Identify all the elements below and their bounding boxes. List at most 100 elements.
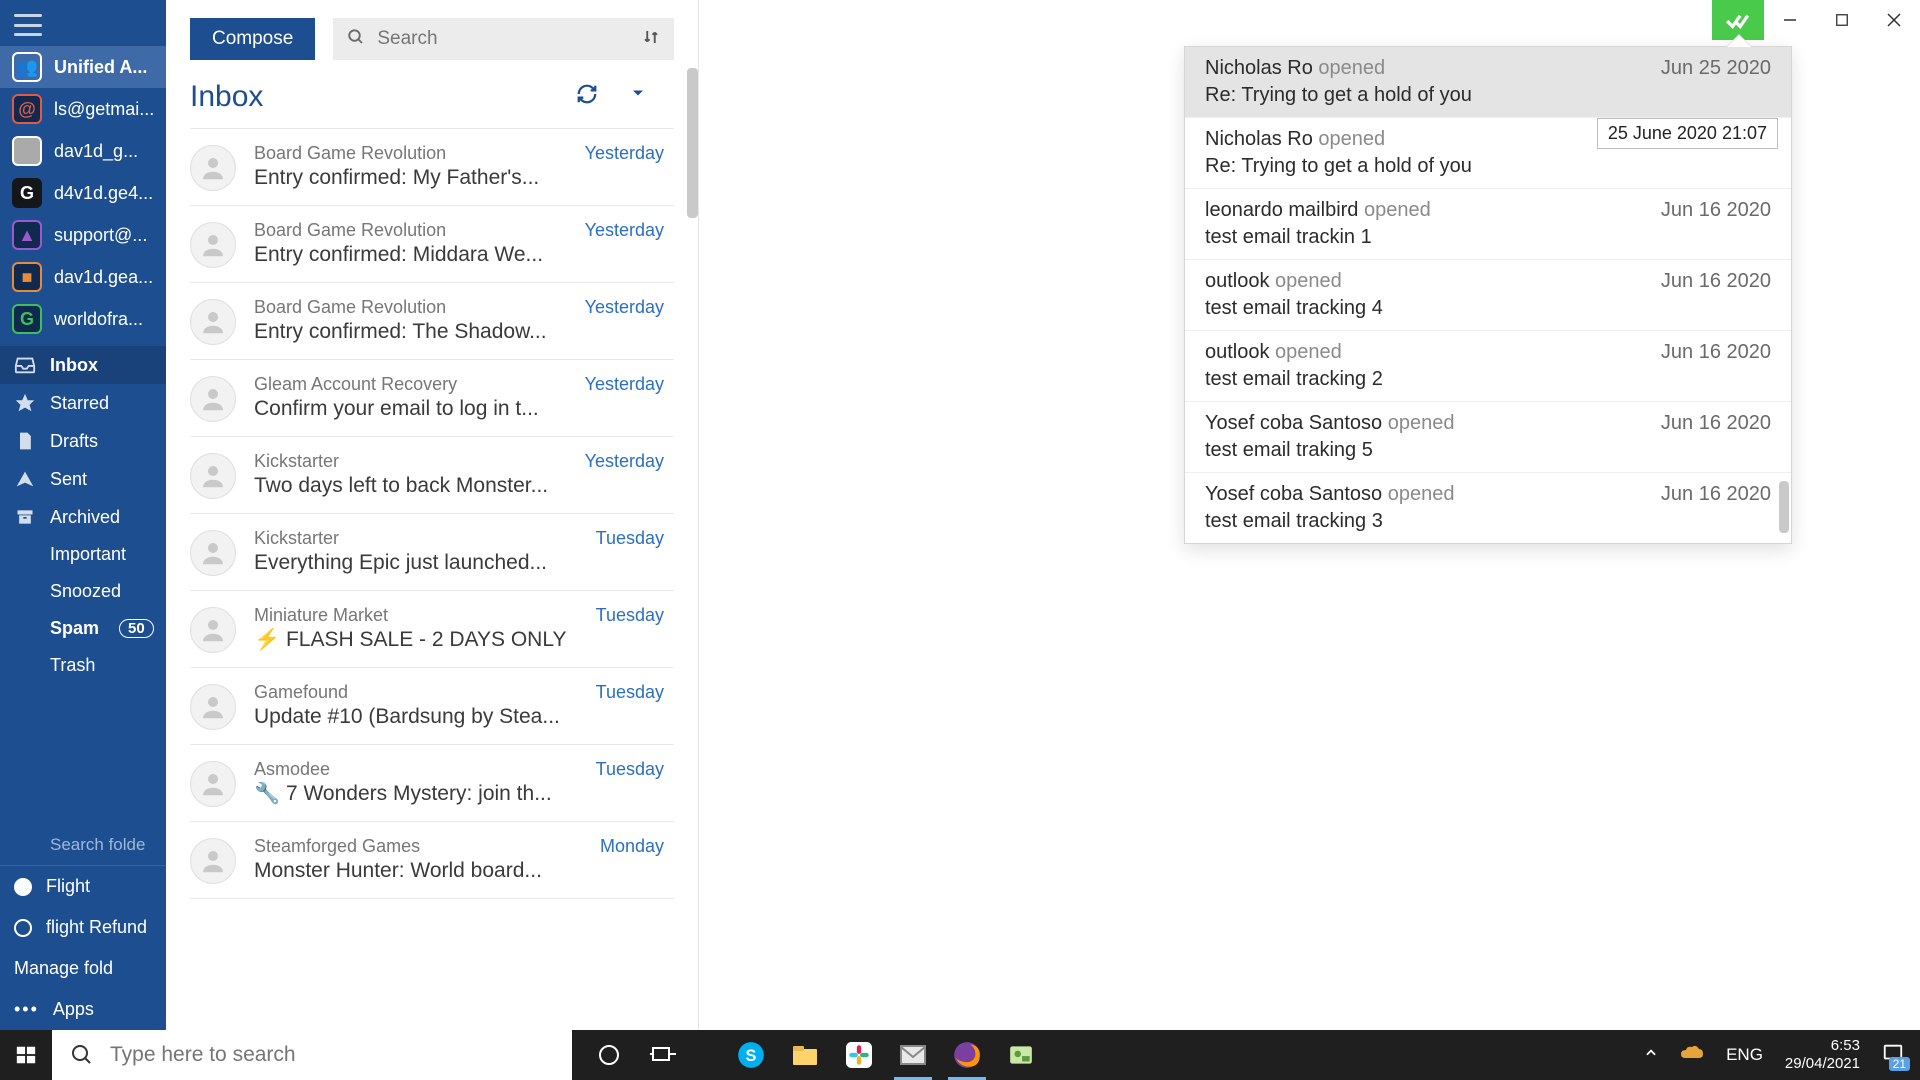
tracking-item[interactable]: Yosef coba Santoso openedJun 16 2020test… (1185, 401, 1791, 472)
tracking-item[interactable]: outlook openedJun 16 2020test email trac… (1185, 259, 1791, 330)
mail-item[interactable]: GamefoundTuesdayUpdate #10 (Bardsung by … (190, 668, 674, 745)
mail-sender: Board Game Revolution (254, 220, 446, 241)
mail-item[interactable]: Board Game RevolutionYesterdayEntry conf… (190, 206, 674, 283)
start-button[interactable] (0, 1030, 52, 1080)
mail-subject: Entry confirmed: My Father's... (254, 166, 664, 190)
account-item[interactable]: 👥Unified A... (0, 46, 166, 88)
tracking-item[interactable]: outlook openedJun 16 2020test email trac… (1185, 330, 1791, 401)
tracking-status: opened (1270, 270, 1342, 292)
avatar (190, 684, 236, 730)
tracking-date: Jun 16 2020 (1661, 412, 1771, 435)
timestamp-tooltip: 25 June 2020 21:07 (1597, 118, 1778, 149)
account-item[interactable]: ■dav1d.gea... (0, 256, 166, 298)
tracking-item[interactable]: Yosef coba Santoso openedJun 16 2020test… (1185, 472, 1791, 543)
folder-item[interactable]: Snoozed (0, 573, 166, 610)
onedrive-icon[interactable] (1680, 1044, 1704, 1067)
manage-folders[interactable]: Manage fold (0, 948, 166, 989)
search-input[interactable] (377, 28, 630, 50)
folder-label: Drafts (50, 431, 98, 452)
notifications-icon[interactable]: 21 (1882, 1042, 1904, 1069)
mail-item[interactable]: Board Game RevolutionYesterdayEntry conf… (190, 128, 674, 206)
slack-icon[interactable] (834, 1030, 884, 1080)
popup-scrollbar[interactable] (1779, 481, 1789, 533)
filter-dropdown-icon[interactable] (628, 83, 648, 111)
mail-list[interactable]: Board Game RevolutionYesterdayEntry conf… (166, 128, 698, 1030)
account-item[interactable]: Gd4v1d.ge4... (0, 172, 166, 214)
account-label: ls@getmai... (54, 99, 154, 120)
account-item[interactable]: dav1d_g... (0, 130, 166, 172)
sort-icon[interactable] (642, 28, 660, 51)
close-button[interactable] (1868, 0, 1920, 40)
folder-item[interactable]: Trash (0, 647, 166, 684)
tracking-button[interactable] (1712, 0, 1764, 40)
folder-item[interactable]: Archived (0, 498, 166, 536)
folder-label: Trash (50, 655, 95, 676)
avatar (190, 222, 236, 268)
avatar (190, 453, 236, 499)
folder-item[interactable]: Drafts (0, 422, 166, 460)
mail-subject: Entry confirmed: Middara We... (254, 243, 664, 267)
folder-count-badge: 50 (119, 619, 154, 638)
list-scrollbar[interactable] (687, 68, 698, 218)
hamburger-menu[interactable] (0, 0, 166, 46)
tracking-name: Yosef coba Santoso (1205, 412, 1382, 434)
sent-icon (14, 468, 36, 490)
search-folders[interactable]: Search folde (0, 825, 166, 865)
folder-label: Important (50, 544, 126, 565)
folder-item[interactable]: Important (0, 536, 166, 573)
tracking-name: outlook (1205, 270, 1270, 292)
folder-item[interactable]: Sent (0, 460, 166, 498)
folder-item[interactable]: Inbox (0, 346, 166, 384)
mail-date: Tuesday (596, 759, 664, 780)
minimize-button[interactable] (1764, 0, 1816, 40)
mail-item[interactable]: AsmodeeTuesday🔧 7 Wonders Mystery: join … (190, 745, 674, 822)
tracking-subject: test email tracking 2 (1205, 368, 1771, 391)
account-label: worldofra... (54, 309, 143, 330)
search-field-wrap[interactable] (333, 18, 674, 60)
account-item[interactable]: @ls@getmai... (0, 88, 166, 130)
maximize-button[interactable] (1816, 0, 1868, 40)
compose-button[interactable]: Compose (190, 18, 315, 60)
cortana-icon[interactable] (584, 1030, 634, 1080)
tray-expand-icon[interactable] (1644, 1046, 1658, 1065)
account-item[interactable]: Gworldofra... (0, 298, 166, 340)
avatar (190, 761, 236, 807)
mail-subject: ⚡ FLASH SALE - 2 DAYS ONLY (254, 628, 664, 652)
mail-item[interactable]: Miniature MarketTuesday⚡ FLASH SALE - 2 … (190, 591, 674, 668)
mail-item[interactable]: Steamforged GamesMondayMonster Hunter: W… (190, 822, 674, 899)
draft-icon (14, 430, 36, 452)
mail-subject: 🔧 7 Wonders Mystery: join th... (254, 782, 664, 806)
language-indicator[interactable]: ENG (1726, 1045, 1763, 1065)
skype-icon[interactable]: S (726, 1030, 776, 1080)
folder-item[interactable]: Spam50 (0, 610, 166, 647)
refresh-icon[interactable] (576, 83, 598, 111)
clock[interactable]: 6:53 29/04/2021 (1785, 1037, 1860, 1073)
tracking-subject: test email tracking 3 (1205, 510, 1771, 533)
tag-dot-icon (14, 878, 32, 896)
taskbar-search[interactable] (52, 1030, 572, 1080)
taskbar-search-input[interactable] (110, 1043, 554, 1067)
misc-app-icon[interactable] (996, 1030, 1046, 1080)
firefox-icon[interactable] (942, 1030, 992, 1080)
folder-title: Inbox (190, 80, 263, 114)
tag-item[interactable]: flight Refund (0, 907, 166, 948)
mail-item[interactable]: KickstarterYesterdayTwo days left to bac… (190, 437, 674, 514)
explorer-icon[interactable] (780, 1030, 830, 1080)
tracking-item[interactable]: Nicholas Ro openedJun 25 2020Re: Trying … (1185, 47, 1791, 117)
mail-app-icon[interactable] (888, 1030, 938, 1080)
inbox-icon (14, 354, 36, 376)
tracking-item[interactable]: leonardo mailbird openedJun 16 2020test … (1185, 188, 1791, 259)
account-icon (12, 136, 42, 166)
tag-item[interactable]: Flight (0, 866, 166, 907)
mail-item[interactable]: Gleam Account RecoveryYesterdayConfirm y… (190, 360, 674, 437)
tracking-date: Jun 16 2020 (1661, 483, 1771, 506)
mail-subject: Two days left to back Monster... (254, 474, 664, 498)
mail-sender: Miniature Market (254, 605, 388, 626)
mail-item[interactable]: KickstarterTuesdayEverything Epic just l… (190, 514, 674, 591)
task-view-icon[interactable] (638, 1030, 688, 1080)
account-icon: G (12, 178, 42, 208)
apps-row[interactable]: ••• Apps (0, 989, 166, 1030)
mail-item[interactable]: Board Game RevolutionYesterdayEntry conf… (190, 283, 674, 360)
folder-item[interactable]: Starred (0, 384, 166, 422)
account-item[interactable]: ▲support@... (0, 214, 166, 256)
